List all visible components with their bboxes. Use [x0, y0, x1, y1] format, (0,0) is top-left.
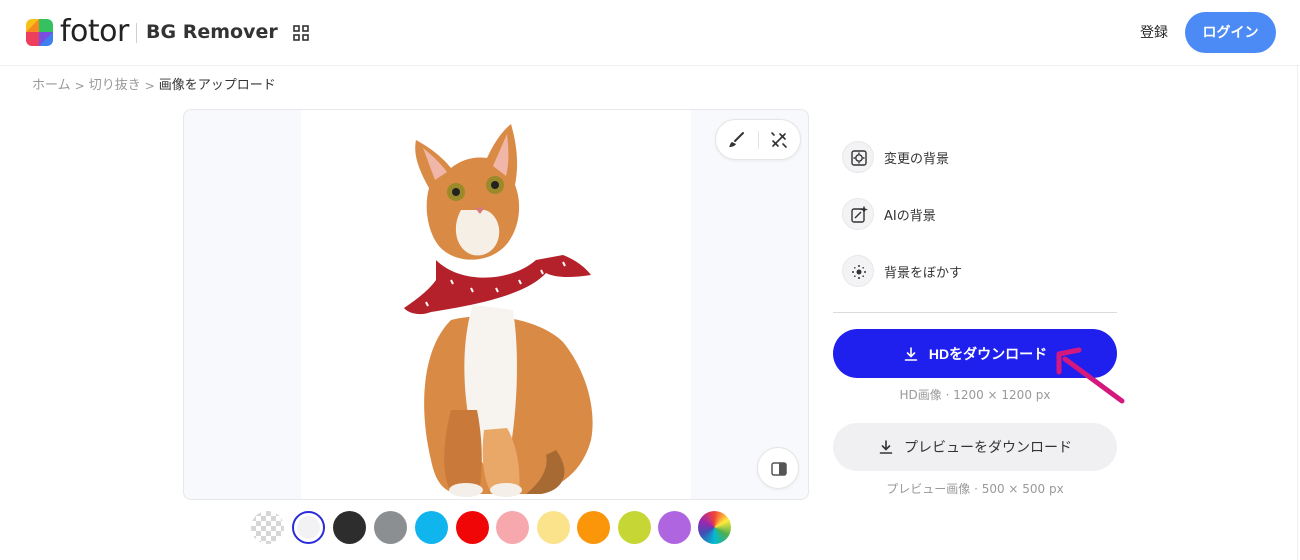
swatch-rainbow-custom[interactable]	[698, 511, 731, 544]
swatch-white[interactable]	[292, 511, 325, 544]
blur-background-icon	[842, 255, 874, 287]
swatch-cyan[interactable]	[415, 511, 448, 544]
ai-background-icon	[842, 198, 874, 230]
logo-text[interactable]: fotor	[60, 14, 129, 50]
change-background-icon	[842, 141, 874, 173]
download-preview-label: プレビューをダウンロード	[904, 439, 1072, 455]
download-icon	[904, 346, 918, 361]
option-blur-background[interactable]: 背景をぼかす	[842, 254, 962, 288]
tool-divider	[758, 131, 759, 149]
swatch-transparent[interactable]	[251, 511, 284, 544]
download-icon	[879, 440, 893, 454]
swatch-lime[interactable]	[618, 511, 651, 544]
edit-tool-group	[715, 119, 801, 160]
panel-divider	[833, 312, 1117, 313]
breadcrumb-separator: >	[144, 79, 155, 93]
swatch-light-yellow[interactable]	[537, 511, 570, 544]
swatch-purple[interactable]	[658, 511, 691, 544]
fotor-logo-icon[interactable]	[26, 19, 53, 46]
cat-cutout-image	[404, 124, 593, 497]
top-header: fotor BG Remover 登録 ログイン	[0, 0, 1300, 66]
swatch-gray[interactable]	[374, 511, 407, 544]
option-label: 変更の背景	[884, 151, 950, 167]
login-button[interactable]: ログイン	[1185, 12, 1276, 53]
option-label: 背景をぼかす	[884, 265, 963, 281]
swatch-pink[interactable]	[496, 511, 529, 544]
breadcrumb-home[interactable]: ホーム	[32, 77, 71, 95]
option-label: AIの背景	[884, 208, 936, 224]
swatch-red[interactable]	[456, 511, 489, 544]
brush-icon[interactable]	[727, 130, 747, 150]
breadcrumb-separator: >	[74, 79, 85, 93]
apps-grid-icon[interactable]	[293, 25, 309, 41]
compare-icon[interactable]	[757, 447, 799, 489]
swatch-orange[interactable]	[577, 511, 610, 544]
download-hd-label: HDをダウンロード	[928, 345, 1048, 362]
page-edge-divider	[1297, 66, 1298, 560]
download-preview-button[interactable]: プレビューをダウンロード	[833, 423, 1117, 471]
breadcrumb-current: 画像をアップロード	[158, 78, 276, 93]
swatch-black[interactable]	[333, 511, 366, 544]
option-ai-background[interactable]: AIの背景	[842, 197, 936, 231]
magic-erase-icon[interactable]	[769, 130, 789, 150]
annotation-arrow-icon	[1056, 347, 1125, 404]
option-change-background[interactable]: 変更の背景	[842, 140, 949, 174]
breadcrumb: ホーム > 切り抜き > 画像をアップロード	[32, 77, 276, 95]
breadcrumb-cutout[interactable]: 切り抜き	[89, 77, 141, 95]
logo-divider	[136, 23, 137, 43]
preview-size-caption: プレビュー画像 · 500 × 500 px	[886, 482, 1064, 496]
canvas-image-area	[301, 110, 691, 499]
register-link[interactable]: 登録	[1140, 24, 1168, 42]
image-canvas[interactable]	[183, 109, 809, 500]
product-name: BG Remover	[146, 21, 278, 43]
